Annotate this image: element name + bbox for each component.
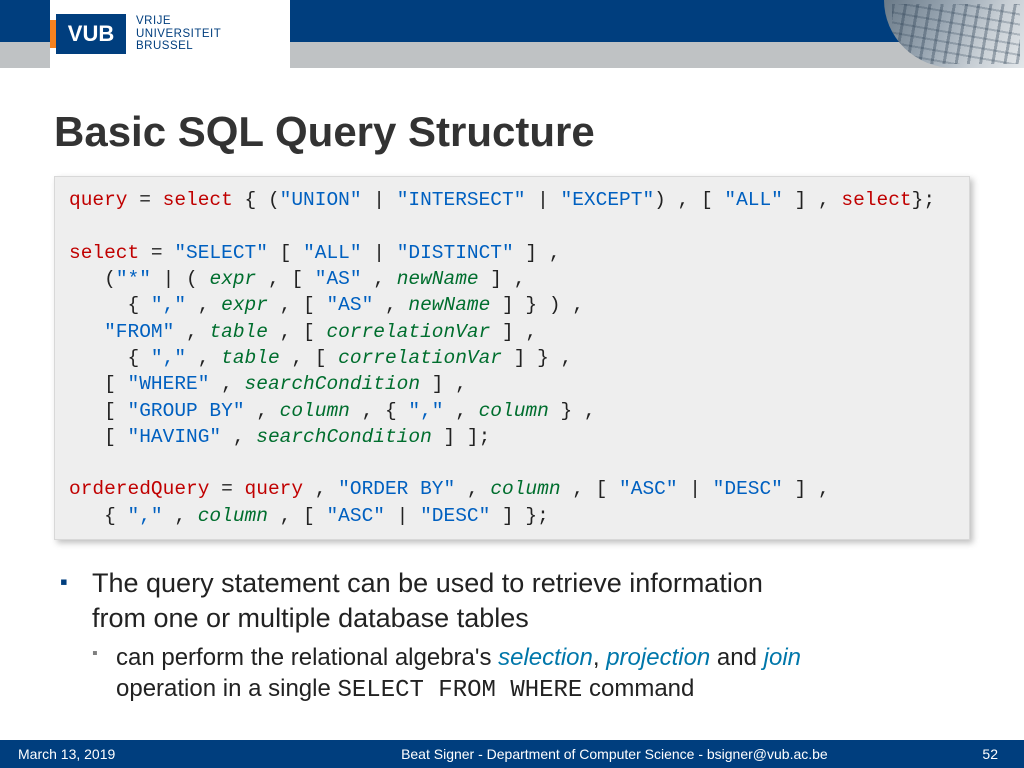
footer-page-number: 52 (922, 746, 1024, 762)
sub-bullet-item: can perform the relational algebra's sel… (92, 642, 970, 706)
logo-text: VRIJE UNIVERSITEIT BRUSSEL (136, 15, 221, 53)
code-token: query (69, 189, 128, 211)
footer-date: March 13, 2019 (0, 746, 307, 762)
logo-line1: VRIJE (136, 15, 221, 28)
slide-footer: March 13, 2019 Beat Signer - Department … (0, 740, 1024, 768)
sub-bullet-list: can perform the relational algebra's sel… (92, 642, 970, 706)
logo-mark: VUB (56, 14, 126, 54)
code-block: query = select { ("UNION" | "INTERSECT" … (54, 176, 970, 540)
emphasis-projection: projection (606, 644, 710, 671)
slide-content: Basic SQL Query Structure query = select… (0, 68, 1024, 707)
logo-line3: BRUSSEL (136, 40, 221, 53)
emphasis-selection: selection (498, 644, 593, 671)
emphasis-join: join (764, 644, 801, 671)
slide-banner: VUB VRIJE UNIVERSITEIT BRUSSEL (0, 0, 1024, 68)
inline-code: SELECT FROM WHERE (337, 677, 582, 704)
bullet-text-line2: from one or multiple database tables (92, 603, 529, 633)
bullet-list: The query statement can be used to retri… (54, 566, 970, 707)
building-image (884, 0, 1024, 68)
logo: VUB VRIJE UNIVERSITEIT BRUSSEL (50, 0, 290, 68)
bullet-text-line1: The query statement can be used to retri… (92, 568, 763, 598)
logo-line2: UNIVERSITEIT (136, 28, 221, 41)
bullet-item: The query statement can be used to retri… (54, 566, 970, 707)
slide-title: Basic SQL Query Structure (54, 108, 970, 156)
footer-author: Beat Signer - Department of Computer Sci… (307, 746, 921, 762)
